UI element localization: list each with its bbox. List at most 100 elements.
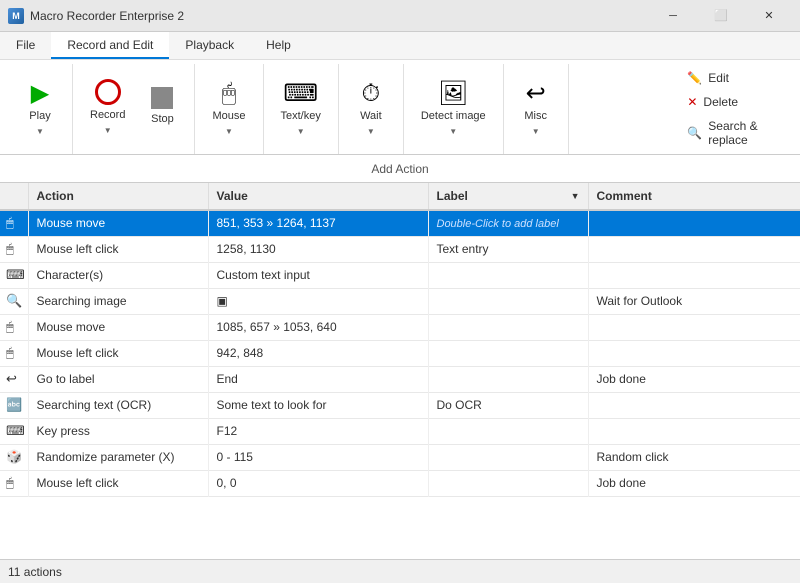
misc-icon: ↩ xyxy=(526,82,546,106)
action-icon-cell: 🔍 xyxy=(0,288,28,314)
misc-label: Misc xyxy=(524,110,547,123)
action-label-cell xyxy=(428,470,588,496)
action-icon-cell: 🖱 xyxy=(0,314,28,340)
textkey-label: Text/key xyxy=(281,110,321,123)
edit-icon: ✏️ xyxy=(687,71,702,85)
action-value-cell: Some text to look for xyxy=(208,392,428,418)
mouse-group: 🖱 Mouse ▼ xyxy=(195,64,263,154)
action-type-icon: 🎲 xyxy=(6,449,22,464)
action-comment-cell xyxy=(588,262,800,288)
action-comment-cell xyxy=(588,418,800,444)
record-stop-group: Record ▼ Stop xyxy=(73,64,195,154)
stop-button[interactable]: Stop xyxy=(138,82,186,131)
action-value-cell: 1085, 657 » 1053, 640 xyxy=(208,314,428,340)
wait-icon: ⏱ xyxy=(361,82,380,106)
search-replace-button[interactable]: 🔍 Search & replace xyxy=(680,116,780,150)
table-row[interactable]: 🖱Mouse move1085, 657 » 1053, 640 xyxy=(0,314,800,340)
action-value-cell: Custom text input xyxy=(208,262,428,288)
add-action-button[interactable]: Add Action xyxy=(360,159,439,179)
window-controls: ─ ⬜ ✕ xyxy=(650,0,792,32)
menu-file[interactable]: File xyxy=(0,32,51,59)
title-bar: M Macro Recorder Enterprise 2 ─ ⬜ ✕ xyxy=(0,0,800,32)
action-icon-cell: ⌨ xyxy=(0,262,28,288)
action-value-cell: End xyxy=(208,366,428,392)
action-type-icon: ↩ xyxy=(6,371,17,386)
table-row[interactable]: 🔍Searching image▣ Wait for Outlook xyxy=(0,288,800,314)
record-label: Record xyxy=(90,109,125,122)
action-label-cell: Double-Click to add label xyxy=(428,210,588,236)
edit-group: ✏️ Edit ✕ Delete 🔍 Search & replace xyxy=(668,64,792,154)
misc-button[interactable]: ↩ Misc ▼ xyxy=(512,77,560,141)
action-name-cell: Go to label xyxy=(28,366,208,392)
textkey-icon: ⌨ xyxy=(283,82,318,106)
detect-image-label: Detect image xyxy=(421,110,486,123)
table-row[interactable]: ↩ Go to labelEnd Job done xyxy=(0,366,800,392)
delete-button[interactable]: ✕ Delete xyxy=(680,92,780,112)
mouse-button[interactable]: 🖱 Mouse ▼ xyxy=(203,77,254,141)
action-type-icon: ⌨ xyxy=(6,267,25,282)
table-row[interactable]: 🖱Mouse left click0, 0Job done xyxy=(0,470,800,496)
action-name-cell: Randomize parameter (X) xyxy=(28,444,208,470)
mouse-icon: 🖱 xyxy=(222,82,236,106)
play-group: ▶ Play ▼ xyxy=(8,64,73,154)
action-value-cell: 0 - 115 xyxy=(208,444,428,470)
action-comment-cell xyxy=(588,210,800,236)
table-row[interactable]: 🎲 Randomize parameter (X)0 - 115 Random cl… xyxy=(0,444,800,470)
action-comment-cell: Random click xyxy=(588,444,800,470)
edit-label: Edit xyxy=(708,71,729,85)
wait-button[interactable]: ⏱ Wait ▼ xyxy=(347,77,395,141)
action-value-cell: 851, 353 » 1264, 1137 xyxy=(208,210,428,236)
action-label-cell xyxy=(428,366,588,392)
action-icon-cell: 🖱 xyxy=(0,236,28,262)
textkey-group: ⌨ Text/key ▼ xyxy=(264,64,339,154)
action-icon-cell: 🖱 xyxy=(0,470,28,496)
action-table: Action Value Label ▼ Comment 🖱Mouse move… xyxy=(0,183,800,497)
table-row[interactable]: 🖱Mouse left click942, 848 xyxy=(0,340,800,366)
menu-playback[interactable]: Playback xyxy=(169,32,250,59)
action-comment-cell xyxy=(588,392,800,418)
action-name-cell: Searching text (OCR) xyxy=(28,392,208,418)
delete-icon: ✕ xyxy=(687,95,697,109)
table-row[interactable]: ⌨Character(s)Custom text input xyxy=(0,262,800,288)
action-comment-cell: Wait for Outlook xyxy=(588,288,800,314)
close-button[interactable]: ✕ xyxy=(746,0,792,32)
action-name-cell: Character(s) xyxy=(28,262,208,288)
search-replace-icon: 🔍 xyxy=(687,126,702,140)
action-comment-cell: Job done xyxy=(588,366,800,392)
action-name-cell: Searching image xyxy=(28,288,208,314)
action-value-cell: 1258, 1130 xyxy=(208,236,428,262)
table-row[interactable]: 🖱Mouse move851, 353 » 1264, 1137Double-C… xyxy=(0,210,800,236)
play-icon: ▶ xyxy=(31,82,49,106)
action-icon-cell: ↩ xyxy=(0,366,28,392)
edit-button[interactable]: ✏️ Edit xyxy=(680,68,780,88)
action-name-cell: Mouse move xyxy=(28,210,208,236)
textkey-button[interactable]: ⌨ Text/key ▼ xyxy=(272,77,330,141)
table-row[interactable]: 🔤Searching text (OCR)Some text to look f… xyxy=(0,392,800,418)
stop-icon xyxy=(151,87,173,109)
add-action-row: Add Action xyxy=(360,159,439,179)
col-value-header: Value xyxy=(208,183,428,210)
menu-record-edit[interactable]: Record and Edit xyxy=(51,32,169,59)
detect-image-button[interactable]: 🖼 Detect image ▼ xyxy=(412,77,495,141)
label-dropdown-arrow-icon: ▼ xyxy=(571,191,580,201)
minimize-button[interactable]: ─ xyxy=(650,0,696,32)
detect-image-group: 🖼 Detect image ▼ xyxy=(404,64,504,154)
action-label-cell xyxy=(428,418,588,444)
action-name-cell: Mouse move xyxy=(28,314,208,340)
wait-arrow-icon: ▼ xyxy=(367,127,375,136)
stop-label: Stop xyxy=(151,113,174,126)
action-type-icon: ⌨ xyxy=(6,423,25,438)
action-value-cell: ▣ xyxy=(208,288,428,314)
menu-help[interactable]: Help xyxy=(250,32,307,59)
action-name-cell: Mouse left click xyxy=(28,470,208,496)
action-icon-cell: 🖱 xyxy=(0,210,28,236)
record-button[interactable]: Record ▼ xyxy=(81,74,134,140)
maximize-button[interactable]: ⬜ xyxy=(698,0,744,32)
table-row[interactable]: ⌨Key pressF12 xyxy=(0,418,800,444)
play-button[interactable]: ▶ Play ▼ xyxy=(16,77,64,141)
label-dropdown[interactable]: Label ▼ xyxy=(437,189,580,203)
col-icon-header xyxy=(0,183,28,210)
table-row[interactable]: 🖱Mouse left click1258, 1130Text entry xyxy=(0,236,800,262)
textkey-arrow-icon: ▼ xyxy=(297,127,305,136)
col-label-header: Label ▼ xyxy=(428,183,588,210)
